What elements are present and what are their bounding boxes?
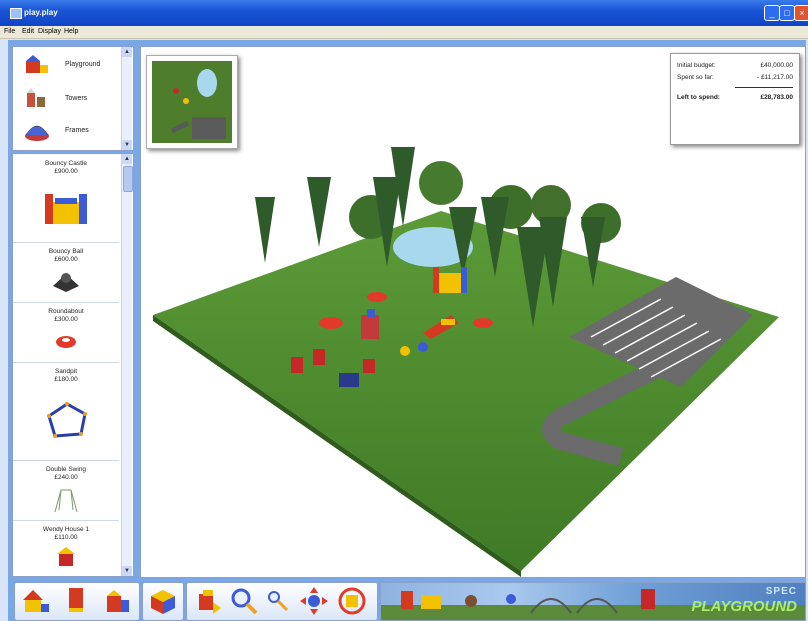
item-price: £110.00	[54, 534, 78, 541]
maximize-button[interactable]: □	[779, 5, 795, 21]
catalog-item-bouncy-ball[interactable]: Bouncy Ball £600.00	[13, 242, 119, 303]
title-bar: play.play _ □ ×	[0, 0, 808, 26]
close-button[interactable]: ×	[794, 5, 808, 21]
zoom-out-icon[interactable]	[263, 586, 293, 616]
menu-help[interactable]: Help	[64, 28, 78, 35]
scroll-up-button[interactable]: ▲	[122, 47, 132, 57]
build-slide-icon[interactable]	[101, 586, 131, 616]
catalog-scrollbar[interactable]: ▲ ▼	[121, 154, 133, 576]
roundabout-icon	[56, 336, 76, 348]
scroll-thumb[interactable]	[123, 166, 133, 192]
menu-edit[interactable]: Edit	[22, 28, 34, 35]
item-name: Double Swing	[45, 466, 87, 473]
item-price: £900.00	[54, 168, 78, 175]
tool-scrollbar[interactable]: ▲ ▼	[121, 47, 132, 150]
catalog-item-sandpit[interactable]: Sandpit £180.00	[13, 362, 119, 461]
equipment-catalog: Bouncy Castle £900.00 Bouncy Ball £600.0…	[12, 153, 134, 577]
app-icon	[10, 8, 22, 19]
catalog-item-wendy-house[interactable]: Wendy House 1 £110.00	[13, 520, 119, 576]
move-object-icon[interactable]	[193, 586, 223, 616]
minimap[interactable]	[146, 55, 238, 149]
item-name: Roundabout	[48, 308, 84, 315]
tool-label: Towers	[65, 95, 88, 102]
build-tower-icon[interactable]	[61, 586, 91, 616]
tool-towers[interactable]: Towers	[13, 83, 121, 115]
item-price: £240.00	[54, 474, 78, 481]
budget-left-value: £28,783.00	[760, 94, 793, 101]
tool-playground[interactable]: Playground	[13, 49, 121, 81]
budget-panel: Initial budget: £40,000.00 Spent so far:…	[670, 53, 800, 145]
budget-spent-value: - £11,217.00	[756, 74, 793, 81]
grass-ground	[153, 211, 779, 571]
playground-icon	[26, 55, 48, 73]
double-swing-icon	[54, 489, 78, 513]
tool-frames[interactable]: Frames	[13, 115, 121, 147]
rotate-cube-icon[interactable]	[148, 586, 178, 616]
bouncy-castle-icon	[45, 194, 87, 224]
item-price: £180.00	[54, 376, 78, 383]
build-house-icon[interactable]	[21, 586, 51, 616]
wendy-house-icon	[57, 547, 75, 566]
minimize-button[interactable]: _	[764, 5, 780, 21]
pan-icon[interactable]	[299, 586, 329, 616]
item-name: Sandpit	[54, 368, 78, 375]
window-title: play.play	[24, 8, 58, 17]
catalog-item-bouncy-castle[interactable]: Bouncy Castle £900.00	[13, 154, 119, 243]
budget-spent-label: Spent so far:	[677, 74, 714, 81]
tool-category-panel: Playground Towers Frames ▲ ▼	[12, 46, 134, 151]
budget-initial-value: £40,000.00	[760, 62, 793, 69]
menu-display[interactable]: Display	[38, 28, 61, 35]
bouncy-ball-icon	[53, 273, 79, 292]
item-price: £300.00	[54, 316, 78, 323]
brand-banner: SPEC PLAYGROUND	[380, 582, 806, 621]
catalog-item-double-swing[interactable]: Double Swing £240.00	[13, 460, 119, 521]
zoom-in-icon[interactable]	[229, 586, 259, 616]
brand-name-line1: SPEC	[765, 586, 797, 597]
tool-label: Frames	[65, 127, 89, 134]
budget-divider	[735, 87, 793, 88]
minimap-image[interactable]	[152, 61, 232, 143]
item-name: Bouncy Ball	[48, 248, 84, 255]
item-price: £600.00	[54, 256, 78, 263]
build-tools-group	[14, 582, 140, 621]
rotate-view-icon[interactable]	[337, 586, 367, 616]
budget-left-label: Left to spend:	[677, 94, 720, 101]
item-name: Wendy House 1	[42, 526, 90, 533]
tool-label: Playground	[65, 61, 101, 68]
rotate-group	[142, 582, 184, 621]
item-name: Bouncy Castle	[45, 160, 87, 167]
scroll-down-button[interactable]: ▼	[122, 566, 132, 576]
towers-icon	[27, 88, 45, 107]
budget-initial-label: Initial budget:	[677, 62, 716, 69]
brand-name-line2: PLAYGROUND	[691, 598, 797, 615]
menu-bar: File Edit Display Help	[0, 26, 808, 39]
view-tools-group	[186, 582, 378, 621]
menu-file[interactable]: File	[4, 28, 15, 35]
frames-icon	[25, 125, 49, 141]
sandpit-icon	[47, 402, 87, 438]
scroll-down-button[interactable]: ▼	[122, 140, 132, 150]
scroll-up-button[interactable]: ▲	[122, 154, 132, 164]
catalog-item-roundabout[interactable]: Roundabout £300.00	[13, 302, 119, 363]
